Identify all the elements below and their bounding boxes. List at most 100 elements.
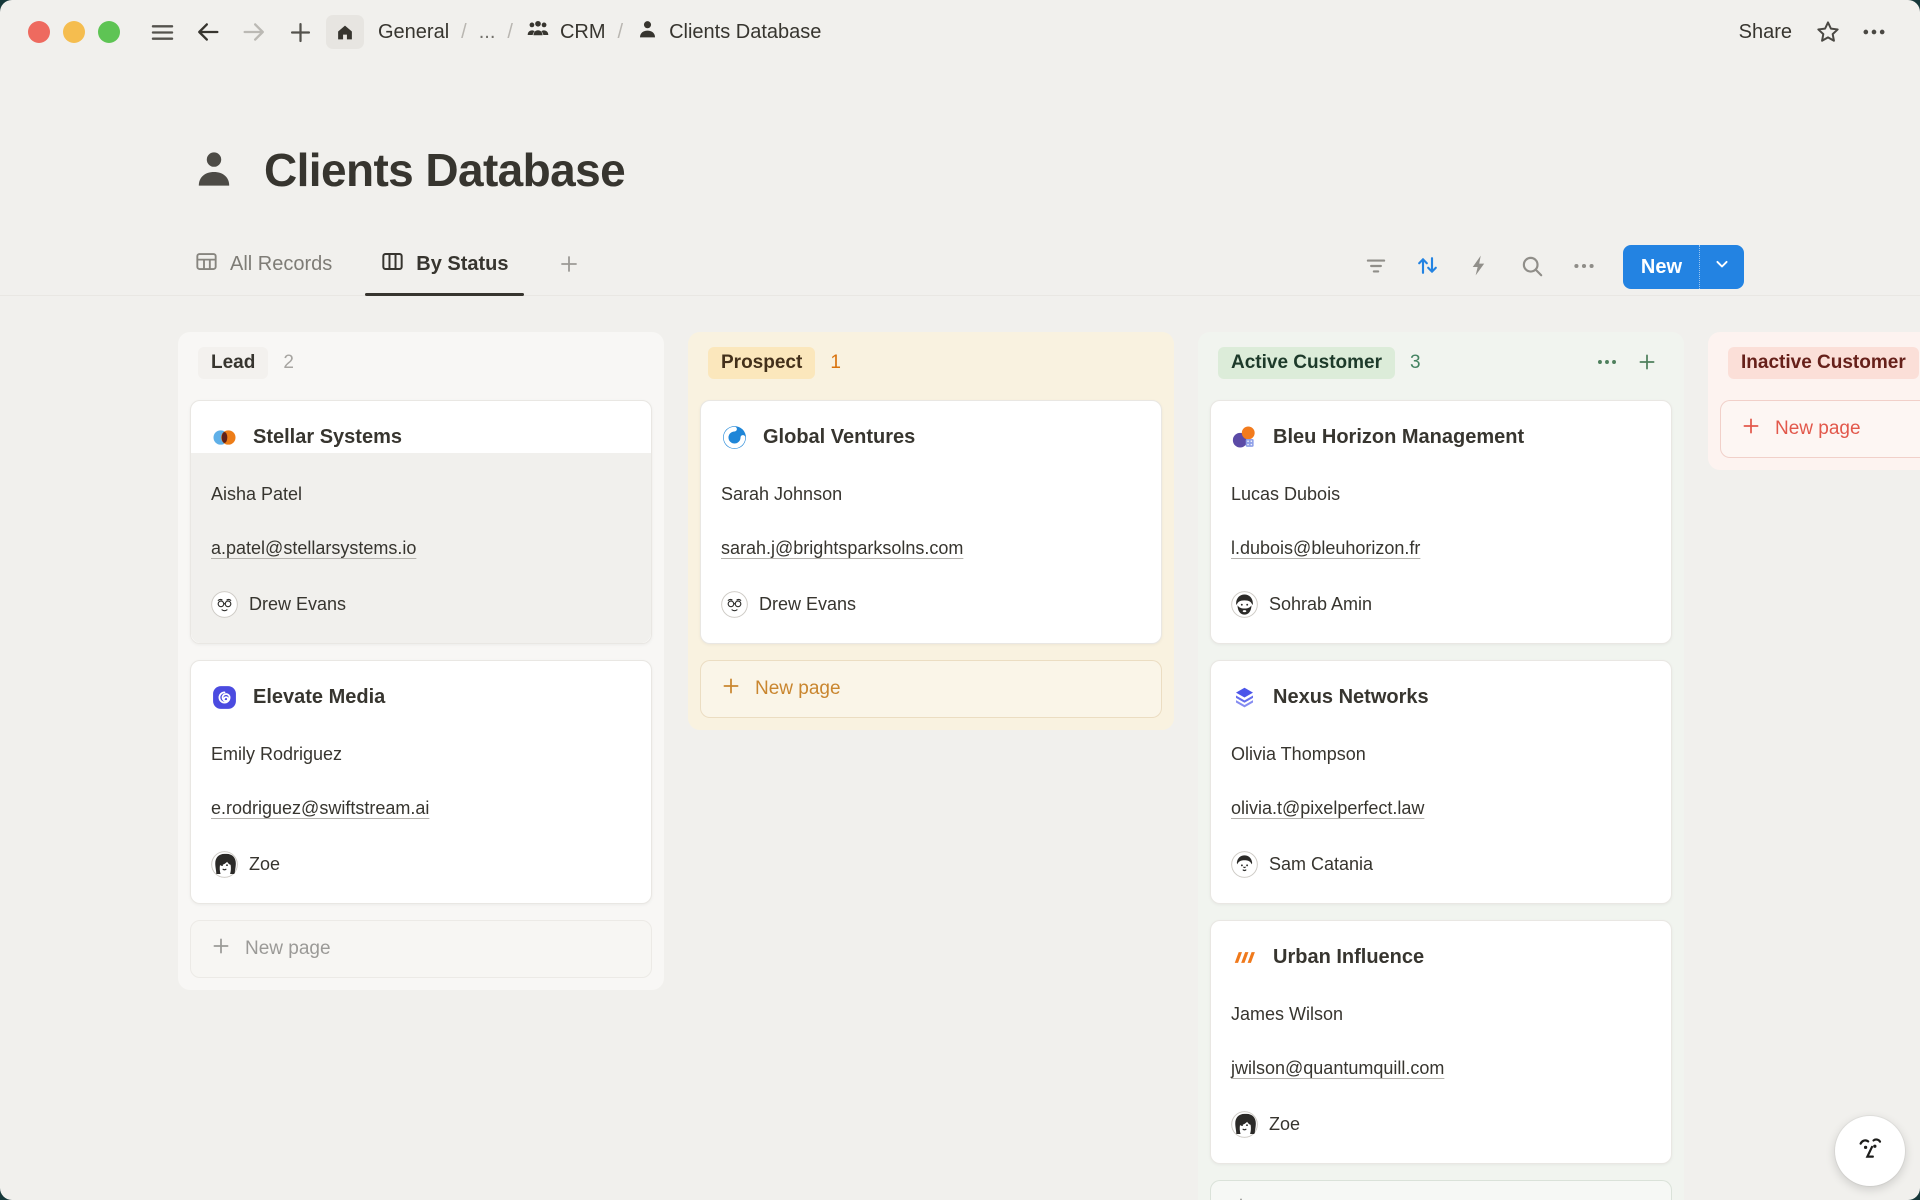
- board-card[interactable]: Bleu Horizon Management Lucas Dubois l.dub…: [1210, 400, 1672, 644]
- breadcrumb-item-general[interactable]: General: [378, 21, 449, 44]
- sort-button[interactable]: [1407, 246, 1449, 288]
- new-page-label: New page: [1775, 418, 1861, 440]
- column-header: Inactive Customer: [1720, 344, 1920, 382]
- card-company-name: Nexus Networks: [1273, 686, 1429, 709]
- window-topbar: General / ... / CRM / Clients Database S…: [0, 0, 1920, 64]
- status-badge[interactable]: Active Customer: [1218, 347, 1395, 379]
- card-company-name: Global Ventures: [763, 426, 915, 449]
- more-options-button[interactable]: [1854, 12, 1894, 52]
- card-owner-row: Sam Catania: [1231, 849, 1651, 879]
- tab-label: By Status: [416, 253, 508, 276]
- notion-face-icon: [1848, 1128, 1892, 1175]
- filter-button[interactable]: [1355, 246, 1397, 288]
- tab-by-status[interactable]: By Status: [374, 248, 514, 295]
- board-card[interactable]: Nexus Networks Olivia Thompsonolivia.t@pi…: [1210, 660, 1672, 904]
- board-card[interactable]: Elevate MediaEmily Rodrigueze.rodriguez@…: [190, 660, 652, 904]
- card-owner-name: Drew Evans: [249, 594, 346, 615]
- breadcrumb-separator: /: [507, 21, 513, 44]
- card-contact-email[interactable]: sarah.j@brightsparksolns.com: [721, 535, 963, 561]
- man-beard-avatar: [1231, 591, 1258, 618]
- new-page-button[interactable]: New page: [700, 660, 1162, 718]
- maximize-window-button[interactable]: [98, 21, 120, 43]
- board-card[interactable]: Global VenturesSarah Johnsonsarah.j@brig…: [700, 400, 1162, 644]
- card-company-name: Urban Influence: [1273, 946, 1424, 969]
- breadcrumb-item-crm[interactable]: CRM: [525, 16, 606, 48]
- status-badge[interactable]: Inactive Customer: [1728, 347, 1919, 379]
- card-owner-name: Zoe: [249, 854, 280, 875]
- view-toolbar: New: [1355, 245, 1744, 295]
- new-record-button[interactable]: New: [1623, 245, 1744, 289]
- breadcrumb-separator: /: [461, 21, 467, 44]
- new-page-button[interactable]: New page: [1720, 400, 1920, 458]
- man-short-hair-avatar: [1231, 851, 1258, 878]
- spiral-badge-icon: [211, 684, 238, 711]
- page-header: Clients Database: [190, 142, 1920, 198]
- page-title[interactable]: Clients Database: [264, 142, 625, 198]
- plus-icon: [1740, 415, 1762, 443]
- ellipsis-icon: [1860, 18, 1888, 46]
- card-properties: James Wilsonjwilson@quantumquill.comZoe: [1211, 973, 1671, 1163]
- woman-long-hair-avatar: [211, 851, 238, 878]
- card-contact-email[interactable]: olivia.t@pixelperfect.law: [1231, 795, 1424, 821]
- card-owner-name: Drew Evans: [759, 594, 856, 615]
- venn-circles-icon: [211, 424, 238, 451]
- card-contact-email[interactable]: jwilson@quantumquill.com: [1231, 1055, 1444, 1081]
- column-count: 1: [830, 352, 841, 374]
- minimize-window-button[interactable]: [63, 21, 85, 43]
- card-owner-row: Zoe: [211, 849, 631, 879]
- hamburger-icon: [149, 19, 176, 46]
- status-badge[interactable]: Prospect: [708, 347, 815, 379]
- card-contact-email[interactable]: e.rodriguez@swiftstream.ai: [211, 795, 429, 821]
- blue-swirl-icon: [721, 424, 748, 451]
- home-icon: [334, 21, 356, 43]
- card-contact-name: Emily Rodriguez: [211, 741, 631, 767]
- status-badge[interactable]: Lead: [198, 347, 268, 379]
- man-glasses-avatar: [211, 591, 238, 618]
- card-properties: Aisha Patela.patel@stellarsystems.ioDrew…: [191, 453, 651, 643]
- column-add-button[interactable]: [1630, 346, 1664, 380]
- card-properties: Emily Rodriguez e.rodriguez@swiftstream.a…: [191, 713, 651, 903]
- breadcrumb-separator: /: [618, 21, 624, 44]
- board-card[interactable]: Stellar Systems Aisha Patela.patel@stella…: [190, 400, 652, 644]
- search-icon: [1519, 253, 1545, 282]
- new-tab-button[interactable]: [280, 12, 320, 52]
- home-button[interactable]: [326, 15, 364, 49]
- plus-icon: [720, 675, 742, 703]
- card-contact-email[interactable]: l.dubois@bleuhorizon.fr: [1231, 535, 1420, 561]
- plus-icon: [1636, 351, 1658, 376]
- card-title-row: Bleu Horizon Management: [1231, 421, 1651, 453]
- forward-button[interactable]: [234, 12, 274, 52]
- back-button[interactable]: [188, 12, 228, 52]
- person-icon: [190, 146, 238, 194]
- close-window-button[interactable]: [28, 21, 50, 43]
- card-title-row: Nexus Networks: [1231, 681, 1651, 713]
- automations-button[interactable]: [1459, 246, 1501, 288]
- tab-all-records[interactable]: All Records: [188, 248, 338, 295]
- search-button[interactable]: [1511, 246, 1553, 288]
- sidebar-menu-button[interactable]: [142, 12, 182, 52]
- new-page-button[interactable]: New page: [1210, 1180, 1672, 1200]
- card-properties: Lucas Duboisl.dubois@bleuhorizon.frSohra…: [1211, 453, 1671, 643]
- breadcrumb-item-clients-database[interactable]: Clients Database: [635, 17, 821, 48]
- ai-assistant-button[interactable]: [1835, 1116, 1905, 1186]
- add-view-button[interactable]: [551, 251, 587, 295]
- card-company-name: Stellar Systems: [253, 426, 402, 449]
- column-header: Prospect 1: [700, 344, 1162, 382]
- view-options-button[interactable]: [1563, 246, 1605, 288]
- star-icon: [1814, 18, 1842, 46]
- card-owner-row: Zoe: [1231, 1109, 1651, 1139]
- column-more-button[interactable]: [1590, 346, 1624, 380]
- card-properties: Olivia Thompsonolivia.t@pixelperfect.law…: [1211, 713, 1671, 903]
- abstract-shapes-icon: [1231, 424, 1258, 451]
- column-actions: [1590, 346, 1664, 380]
- new-page-button[interactable]: New page: [190, 920, 652, 978]
- new-button-dropdown[interactable]: [1699, 245, 1744, 289]
- share-button[interactable]: Share: [1729, 15, 1802, 50]
- breadcrumb-item-collapsed[interactable]: ...: [479, 21, 496, 44]
- column-count: 3: [1410, 352, 1421, 374]
- card-contact-name: Lucas Dubois: [1231, 481, 1651, 507]
- favorite-button[interactable]: [1808, 12, 1848, 52]
- board-card[interactable]: Urban InfluenceJames Wilsonjwilson@quant…: [1210, 920, 1672, 1164]
- page-icon-button[interactable]: [190, 146, 238, 194]
- card-contact-email[interactable]: a.patel@stellarsystems.io: [211, 535, 416, 561]
